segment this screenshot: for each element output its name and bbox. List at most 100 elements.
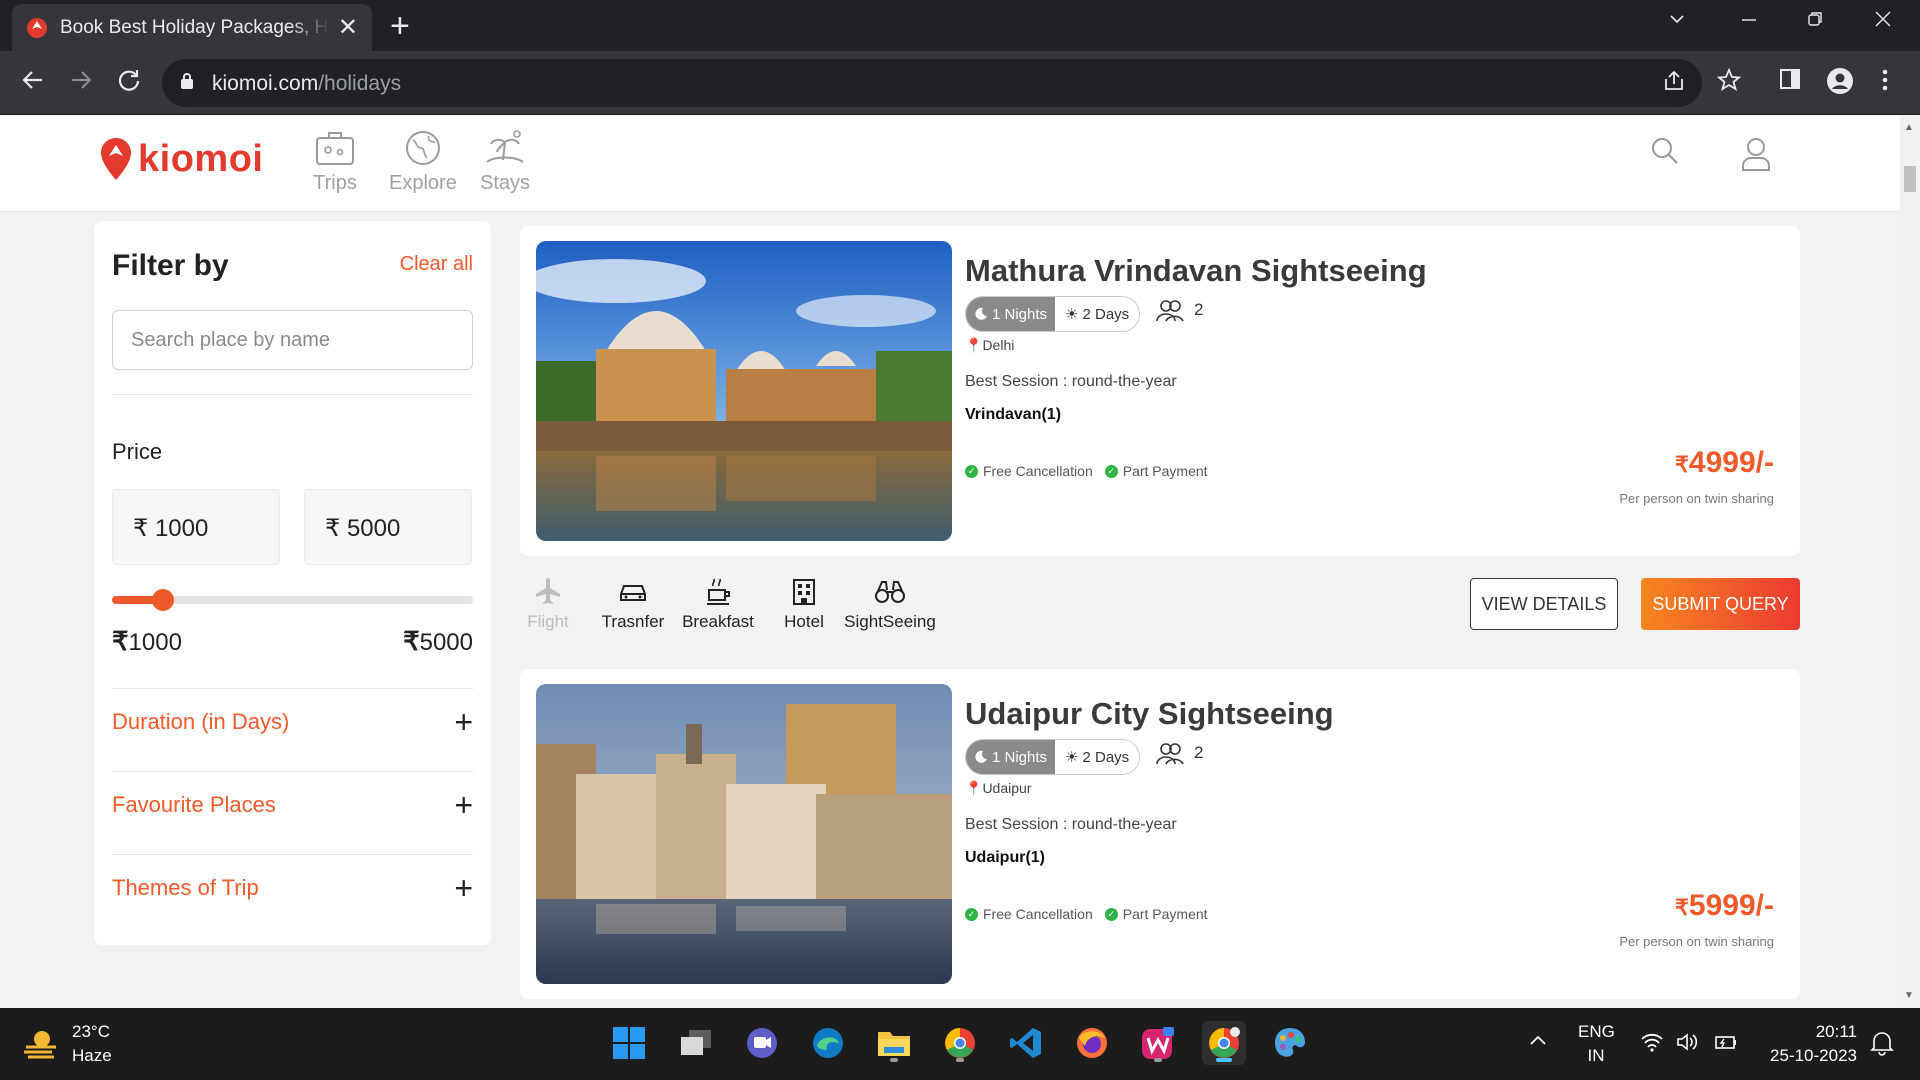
- amenities-row: Flight Trasnfer Breakfast Hotel SightSee…: [520, 576, 1800, 656]
- back-icon[interactable]: [20, 67, 46, 99]
- weather-condition: Haze: [72, 1046, 112, 1065]
- clock[interactable]: 20:11 25-10-2023: [1757, 1020, 1857, 1068]
- pax-count: 2: [1156, 741, 1203, 765]
- submit-query-button[interactable]: SUBMIT QUERY: [1641, 578, 1800, 630]
- amenity-label: Breakfast: [682, 612, 754, 631]
- wps-office-icon[interactable]: [1136, 1021, 1180, 1065]
- chrome-icon[interactable]: [938, 1021, 982, 1065]
- price-slider[interactable]: [112, 589, 473, 611]
- range-max-value: ₹5000: [403, 626, 473, 657]
- package-places: Udaipur(1): [965, 849, 1045, 866]
- accordion-duration[interactable]: Duration (in Days) +: [112, 689, 473, 755]
- user-account-icon[interactable]: [1740, 136, 1772, 177]
- minimize-icon[interactable]: [1740, 8, 1758, 34]
- plus-icon[interactable]: +: [454, 789, 473, 821]
- min-price-input[interactable]: ₹ 1000: [112, 489, 280, 565]
- menu-kebab-icon[interactable]: [1880, 67, 1890, 99]
- duration-pill: 1 Nights ☀ 2 Days: [965, 296, 1141, 332]
- divider: [112, 394, 473, 395]
- haze-weather-icon: [24, 1031, 56, 1059]
- scroll-up-icon[interactable]: ▲: [1904, 122, 1914, 133]
- view-details-button[interactable]: VIEW DETAILS: [1470, 578, 1618, 630]
- range-min-label: 1000: [128, 629, 182, 656]
- scrollbar-thumb[interactable]: [1904, 166, 1916, 192]
- forward-icon[interactable]: [68, 67, 94, 99]
- group-icon: [1156, 743, 1184, 765]
- weather-widget[interactable]: 23°C Haze: [22, 1020, 112, 1068]
- amenity-sightseeing: SightSeeing: [840, 576, 940, 632]
- share-icon[interactable]: [1662, 69, 1686, 100]
- moon-icon: [975, 307, 987, 320]
- paint-icon[interactable]: [1268, 1021, 1312, 1065]
- browser-toolbar: kiomoi.com/holidays: [0, 51, 1920, 115]
- kiomoi-logo[interactable]: kiomoi: [98, 136, 263, 182]
- vscode-icon[interactable]: [1004, 1021, 1048, 1065]
- edge-icon[interactable]: [806, 1021, 850, 1065]
- chrome-profile-icon[interactable]: [1202, 1021, 1246, 1065]
- package-card[interactable]: Mathura Vrindavan Sightseeing 1 Nights ☀…: [520, 226, 1800, 556]
- nights-badge: 1 Nights: [966, 740, 1056, 774]
- volume-icon[interactable]: [1676, 1032, 1700, 1057]
- scroll-down-icon[interactable]: ▼: [1904, 990, 1914, 1001]
- accordion-themes-of-trip[interactable]: Themes of Trip +: [112, 855, 473, 921]
- close-window-icon[interactable]: [1874, 8, 1892, 34]
- group-icon: [1156, 300, 1184, 322]
- start-icon[interactable]: [607, 1021, 651, 1065]
- price-slider-handle[interactable]: [151, 589, 174, 611]
- tray-chevron-up-icon[interactable]: [1528, 1030, 1548, 1055]
- bookmark-star-icon[interactable]: [1716, 67, 1742, 99]
- check-icon: ✓: [965, 907, 978, 921]
- reload-icon[interactable]: [116, 67, 142, 99]
- tag-label: Part Payment: [1122, 906, 1208, 922]
- task-view-icon[interactable]: [674, 1021, 718, 1065]
- plus-icon[interactable]: +: [454, 872, 473, 904]
- package-title[interactable]: Mathura Vrindavan Sightseeing: [965, 253, 1427, 289]
- tab-close-icon[interactable]: ✕: [338, 15, 358, 40]
- location-pin-icon: 📍: [965, 337, 983, 353]
- plus-icon[interactable]: +: [454, 706, 473, 738]
- lang-line2: IN: [1587, 1046, 1605, 1065]
- tag-label: Free Cancellation: [983, 906, 1093, 922]
- accordion-favourite-places-label: Favourite Places: [112, 792, 276, 817]
- price-note: Per person on twin sharing: [1619, 934, 1774, 949]
- nav-stays[interactable]: Stays: [480, 128, 530, 195]
- teams-chat-icon[interactable]: [740, 1021, 784, 1065]
- tab-search-icon[interactable]: [1668, 8, 1686, 34]
- new-tab-button[interactable]: +: [390, 9, 410, 43]
- file-explorer-icon[interactable]: [872, 1021, 916, 1065]
- url-path: /holidays: [318, 72, 402, 95]
- side-panel-icon[interactable]: [1778, 67, 1802, 97]
- firefox-icon[interactable]: [1070, 1021, 1114, 1065]
- package-card[interactable]: Udaipur City Sightseeing 1 Nights ☀ 2 Da…: [520, 669, 1800, 999]
- restore-icon[interactable]: [1806, 8, 1824, 34]
- running-indicator: [1154, 1058, 1162, 1062]
- days-label: 2 Days: [1082, 305, 1130, 323]
- site-header: kiomoi Trips Explore Stays: [0, 116, 1900, 212]
- package-title[interactable]: Udaipur City Sightseeing: [965, 696, 1334, 732]
- accordion-favourite-places[interactable]: Favourite Places +: [112, 772, 473, 838]
- wifi-icon[interactable]: [1640, 1032, 1664, 1057]
- nav-trips[interactable]: Trips: [313, 128, 357, 195]
- package-image-udaipur[interactable]: [536, 684, 952, 984]
- nav-explore[interactable]: Explore: [389, 128, 457, 195]
- notification-icon[interactable]: [1870, 1030, 1894, 1061]
- page-scrollbar[interactable]: ▲ ▼: [1900, 116, 1920, 1008]
- input-language[interactable]: ENG IN: [1578, 1020, 1615, 1068]
- clear-all-link[interactable]: Clear all: [400, 253, 473, 276]
- site-search-icon[interactable]: [1650, 136, 1680, 171]
- max-price-input[interactable]: ₹ 5000: [304, 489, 472, 565]
- browser-tab[interactable]: Book Best Holiday Packages, Hol ✕: [12, 4, 372, 51]
- address-bar[interactable]: kiomoi.com/holidays: [162, 59, 1702, 107]
- profile-icon[interactable]: [1826, 67, 1854, 101]
- lang-line1: ENG: [1578, 1022, 1615, 1041]
- kiomoi-favicon-icon: [27, 17, 47, 38]
- package-image-mathura[interactable]: [536, 241, 952, 541]
- price-note: Per person on twin sharing: [1619, 491, 1774, 506]
- logo-wordmark: kiomoi: [138, 137, 264, 180]
- tag-part-payment: ✓ Part Payment: [1104, 463, 1208, 479]
- place-search-input[interactable]: [112, 310, 473, 370]
- nights-badge: 1 Nights: [966, 297, 1056, 331]
- battery-icon[interactable]: [1712, 1032, 1738, 1057]
- windows-taskbar: 23°C Haze ENG IN 20:11 25-10-2023: [0, 1008, 1920, 1080]
- breakfast-icon: [668, 576, 768, 612]
